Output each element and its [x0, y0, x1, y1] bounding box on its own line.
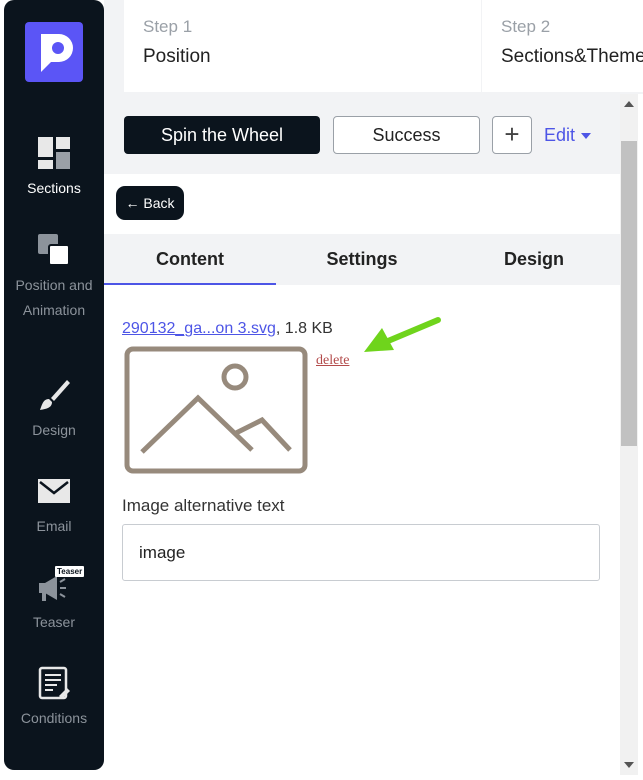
sidebar-item-position[interactable]: Position and Animation — [4, 233, 104, 323]
sidebar-item-label: Position and Animation — [15, 277, 93, 318]
step-number: Step 2 — [501, 17, 551, 36]
vertical-scrollbar[interactable] — [620, 94, 638, 775]
edit-dropdown-button[interactable]: Edit — [544, 116, 592, 154]
sidebar-item-label: Conditions — [20, 710, 88, 726]
app-logo — [25, 22, 83, 82]
section-toolbar: Spin the Wheel Success + Edit — [104, 94, 620, 174]
brush-icon — [37, 378, 71, 412]
step-name: Sections&Themes — [501, 46, 643, 67]
caret-down-icon — [581, 133, 592, 140]
scroll-thumb[interactable] — [621, 141, 637, 446]
envelope-icon — [37, 474, 71, 508]
edit-label: Edit — [544, 125, 576, 145]
arrow-pointer-icon — [360, 316, 442, 360]
step-1-position[interactable]: Step 1 Position — [124, 0, 481, 92]
back-button[interactable]: ← Back — [116, 186, 184, 220]
file-size: , 1.8 KB — [275, 320, 333, 337]
app-root: Sections Position and Animation Design E… — [0, 0, 643, 780]
scroll-up-arrow-icon[interactable] — [624, 101, 634, 107]
megaphone-icon: Teaser — [37, 566, 85, 604]
tab-design[interactable]: Design — [448, 234, 620, 285]
sections-icon — [37, 136, 71, 170]
tab-content[interactable]: Content — [104, 234, 276, 285]
section-spin-the-wheel-button[interactable]: Spin the Wheel — [124, 116, 320, 154]
sidebar-item-conditions[interactable]: Conditions — [4, 666, 104, 731]
add-section-button[interactable]: + — [492, 116, 532, 154]
sidebar-item-design[interactable]: Design — [4, 378, 104, 443]
step-number: Step 1 — [143, 17, 193, 36]
sidebar-item-label: Sections — [27, 180, 81, 196]
alt-text-label: Image alternative text — [122, 496, 285, 515]
left-sidebar: Sections Position and Animation Design E… — [4, 0, 104, 770]
sidebar-item-label: Design — [32, 422, 76, 438]
step-2-sections-themes[interactable]: Step 2 Sections&Themes — [482, 0, 643, 92]
layers-icon — [37, 233, 71, 267]
alt-text-input[interactable]: image — [122, 524, 600, 581]
sidebar-item-email[interactable]: Email — [4, 474, 104, 539]
delete-file-link[interactable]: delete — [316, 353, 349, 369]
tab-settings[interactable]: Settings — [276, 234, 448, 285]
checklist-icon — [37, 666, 71, 700]
sidebar-item-label: Teaser — [32, 614, 76, 630]
file-name-link[interactable]: 290132_ga...on 3.svg — [122, 320, 276, 337]
teaser-badge: Teaser — [55, 566, 85, 577]
sidebar-item-label: Email — [36, 518, 72, 534]
file-info: 290132_ga...on 3.svg, 1.8 KB — [122, 320, 333, 338]
sidebar-item-sections[interactable]: Sections — [4, 136, 104, 201]
section-success-button[interactable]: Success — [333, 116, 480, 154]
steps-bar: Step 1 Position Step 2 Sections&Themes — [104, 0, 643, 94]
sidebar-item-teaser[interactable]: Teaser Teaser — [4, 566, 104, 635]
image-placeholder-icon — [124, 346, 308, 474]
step-name: Position — [143, 46, 211, 67]
scroll-down-arrow-icon[interactable] — [624, 762, 634, 768]
editor-tabs: Content Settings Design — [104, 234, 620, 285]
